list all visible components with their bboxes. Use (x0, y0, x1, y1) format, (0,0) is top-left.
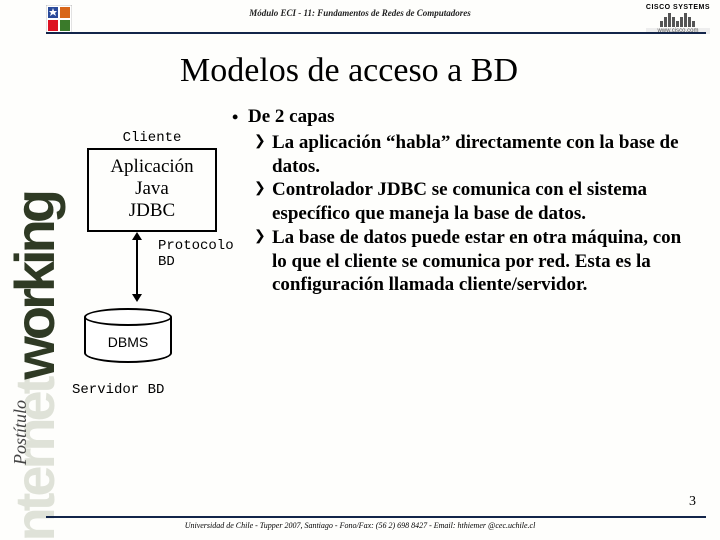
arrow-down-icon (132, 294, 142, 302)
postitulo-label: Postítulo (10, 400, 31, 465)
module-header: Módulo ECI - 11: Fundamentos de Redes de… (0, 8, 720, 18)
client-label: Cliente (72, 130, 232, 146)
arrow-shaft (136, 240, 138, 294)
sub-bullet: La base de datos puede estar en otra máq… (232, 226, 700, 297)
footer-text: Universidad de Chile - Tupper 2007, Sant… (0, 521, 720, 530)
arrow-up-icon (132, 232, 142, 240)
content-body: De 2 capas La aplicación “habla” directa… (232, 105, 700, 297)
side-wordmark: internetworking (2, 193, 67, 540)
app-line: Aplicación (89, 156, 215, 178)
bullet-heading: De 2 capas (232, 105, 700, 129)
app-line: Java (89, 178, 215, 200)
protocol-label-1: Protocolo BD (158, 238, 234, 270)
server-label: Servidor BD (72, 382, 232, 398)
dbms-label: DBMS (108, 334, 148, 350)
header-divider (46, 32, 706, 34)
application-box: Aplicación Java JDBC (87, 148, 217, 232)
app-line: JDBC (89, 200, 215, 222)
slide-title: Modelos de acceso a BD (180, 52, 518, 90)
slide: CISCO SYSTEMS www.cisco.com Módulo ECI -… (0, 0, 720, 540)
page-number: 3 (689, 494, 696, 510)
side-band: internetworking Postítulo (4, 35, 44, 515)
sub-bullet: La aplicación “habla” directamente con l… (232, 131, 700, 179)
sub-bullet: Controlador JDBC se comunica con el sist… (232, 178, 700, 226)
two-tier-diagram: Cliente Aplicación Java JDBC Protocolo B… (72, 130, 232, 398)
footer-divider (46, 516, 706, 518)
database-cylinder-icon: DBMS (84, 308, 172, 368)
